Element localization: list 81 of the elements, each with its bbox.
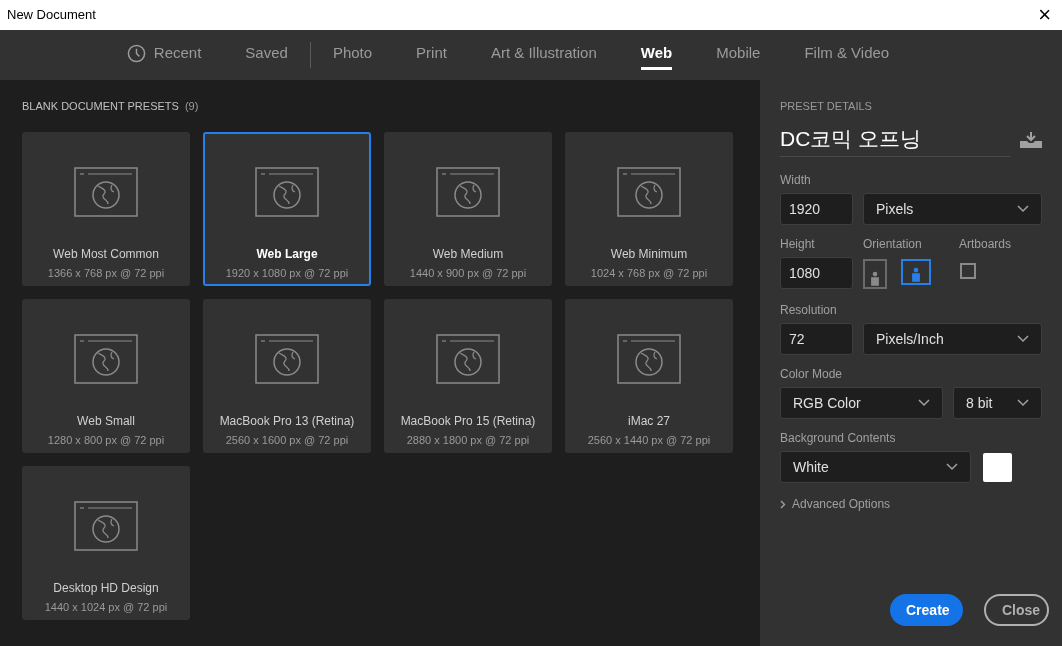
browser-globe-icon	[74, 166, 138, 217]
category-tab[interactable]: Mobile	[694, 30, 783, 80]
chevron-down-icon	[1017, 335, 1029, 343]
browser-globe-icon	[436, 166, 500, 217]
preset-name: Web Small	[77, 412, 135, 430]
preset-size: 1280 x 800 px @ 72 ppi	[47, 432, 165, 448]
bit-depth-dropdown[interactable]: 8 bit	[953, 387, 1042, 419]
preset-card[interactable]: iMac 27 2560 x 1440 px @ 72 ppi	[565, 298, 733, 453]
details-heading: PRESET DETAILS	[780, 99, 873, 114]
field-label: Resolution	[780, 302, 838, 319]
preset-size: 1024 x 768 px @ 72 ppi	[590, 265, 708, 281]
preset-card[interactable]: Desktop HD Design 1440 x 1024 px @ 72 ppi	[22, 465, 190, 620]
preset-card[interactable]: MacBook Pro 13 (Retina) 2560 x 1600 px @ 72 ppi	[203, 298, 371, 453]
chevron-down-icon	[946, 463, 958, 471]
preset-size: 1920 x 1080 px @ 72 ppi	[225, 265, 349, 281]
preset-size: 2560 x 1600 px @ 72 ppi	[225, 432, 349, 448]
background-dropdown[interactable]: White	[780, 451, 971, 483]
save-preset-icon[interactable]	[1020, 131, 1042, 148]
width-unit-dropdown[interactable]: Pixels	[863, 193, 1042, 225]
chevron-down-icon	[918, 399, 930, 407]
category-tab[interactable]: Print	[394, 30, 469, 80]
browser-globe-icon	[436, 333, 500, 384]
field-label: Height	[780, 236, 816, 253]
preset-card[interactable]: Web Medium 1440 x 900 px @ 72 ppi	[384, 131, 552, 286]
preset-size: 1440 x 1024 px @ 72 ppi	[44, 599, 168, 615]
presets-count: (9)	[184, 99, 199, 114]
person-icon	[868, 269, 882, 287]
preset-card[interactable]: Web Small 1280 x 800 px @ 72 ppi	[22, 298, 190, 453]
preset-name: Web Medium	[432, 245, 504, 263]
browser-globe-icon	[255, 333, 319, 384]
chevron-down-icon	[1017, 205, 1029, 213]
landscape-button[interactable]	[901, 259, 931, 285]
browser-globe-icon	[74, 333, 138, 384]
presets-heading: BLANK DOCUMENT PRESETS	[22, 99, 179, 114]
preset-name: Desktop HD Design	[53, 579, 159, 597]
preset-name: Web Minimum	[610, 245, 688, 263]
preset-name: MacBook Pro 13 (Retina)	[219, 412, 355, 430]
preset-name: iMac 27	[628, 412, 670, 430]
category-tab[interactable]: Saved	[223, 30, 310, 80]
preset-card[interactable]: Web Most Common 1366 x 768 px @ 72 ppi	[22, 131, 190, 286]
browser-globe-icon	[255, 166, 319, 217]
category-tab[interactable]: Recent	[104, 30, 224, 80]
window-title: New Document	[7, 6, 96, 25]
field-label: Artboards	[959, 236, 1012, 253]
resolution-unit-dropdown[interactable]: Pixels/Inch	[863, 323, 1042, 355]
field-label: Color Mode	[780, 366, 844, 383]
preset-card[interactable]: Web Minimum 1024 x 768 px @ 72 ppi	[565, 131, 733, 286]
category-tab[interactable]: Web	[618, 30, 695, 80]
preset-name: Web Most Common	[53, 245, 159, 263]
category-tab[interactable]: Photo	[310, 30, 395, 80]
advanced-options-toggle[interactable]: Advanced Options	[780, 495, 891, 513]
preset-size: 2880 x 1800 px @ 72 ppi	[406, 432, 530, 448]
preset-size: 2560 x 1440 px @ 72 ppi	[587, 432, 711, 448]
field-label: Width	[780, 172, 812, 189]
preset-size: 1440 x 900 px @ 72 ppi	[409, 265, 527, 281]
preset-size: 1366 x 768 px @ 72 ppi	[47, 265, 165, 281]
width-field[interactable]: 1920	[780, 193, 853, 225]
preset-card[interactable]: Web Large 1920 x 1080 px @ 72 ppi	[203, 131, 371, 286]
height-field[interactable]: 1080	[780, 257, 853, 289]
artboards-checkbox[interactable]	[960, 263, 976, 279]
resolution-field[interactable]: 72	[780, 323, 853, 355]
preset-card[interactable]: MacBook Pro 15 (Retina) 2880 x 1800 px @ 72 ppi	[384, 298, 552, 453]
browser-globe-icon	[617, 166, 681, 217]
preset-name: MacBook Pro 15 (Retina)	[400, 412, 536, 430]
category-tab[interactable]: Film & Video	[782, 30, 912, 80]
chevron-down-icon	[1017, 399, 1029, 407]
clock-icon	[126, 44, 146, 63]
browser-globe-icon	[74, 500, 138, 551]
category-tab[interactable]: Art & Illustration	[468, 30, 619, 80]
document-name-field[interactable]: DC코믹 오프닝	[780, 122, 1010, 157]
field-label: Orientation	[863, 236, 923, 253]
create-button[interactable]: Create	[890, 594, 963, 626]
background-color-swatch[interactable]	[983, 452, 1012, 482]
person-icon	[909, 265, 923, 283]
portrait-button[interactable]	[863, 259, 887, 289]
close-button[interactable]: Close	[984, 594, 1049, 626]
chevron-right-icon	[780, 499, 786, 509]
field-label: Background Contents	[780, 430, 897, 447]
preset-name: Web Large	[256, 245, 318, 263]
color-mode-dropdown[interactable]: RGB Color	[780, 387, 943, 419]
browser-globe-icon	[617, 333, 681, 384]
